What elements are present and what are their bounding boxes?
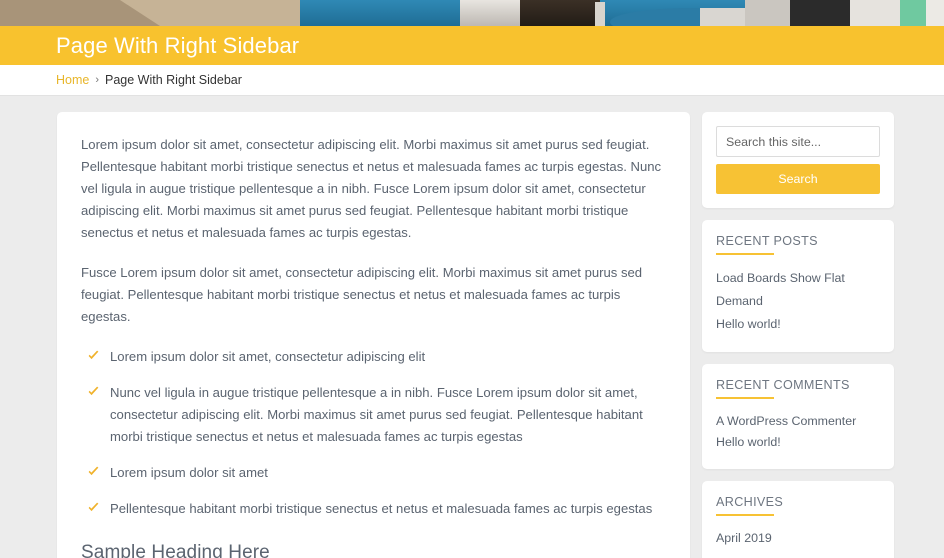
- list-item: Load Boards Show Flat Demand: [716, 267, 880, 313]
- comment-post-link[interactable]: Hello world!: [716, 435, 781, 449]
- list-item: Lorem ipsum dolor sit amet, consectetur …: [87, 346, 662, 368]
- widget-search: Search: [702, 112, 894, 208]
- breadcrumb-link-home[interactable]: Home: [56, 73, 89, 87]
- widget-archives: ARCHIVES April 2019: [702, 481, 894, 558]
- list-item: Hello world!: [716, 313, 880, 336]
- breadcrumb-current: Page With Right Sidebar: [105, 73, 242, 87]
- list-item: A WordPress Commenter Hello world!: [716, 411, 880, 453]
- main-content-card: Lorem ipsum dolor sit amet, consectetur …: [57, 112, 690, 558]
- archives-list: April 2019: [716, 528, 880, 549]
- sidebar: Search RECENT POSTS Load Boards Show Fla…: [702, 112, 894, 558]
- recent-comments-list: A WordPress Commenter Hello world!: [716, 411, 880, 453]
- page-root: Page With Right Sidebar Home › Page With…: [0, 0, 944, 558]
- widget-recent-posts: RECENT POSTS Load Boards Show Flat Deman…: [702, 220, 894, 352]
- recent-post-link[interactable]: Hello world!: [716, 317, 781, 331]
- list-item: Nunc vel ligula in augue tristique pelle…: [87, 382, 662, 448]
- search-button[interactable]: Search: [716, 164, 880, 194]
- check-icon: [87, 501, 100, 514]
- list-item: Pellentesque habitant morbi tristique se…: [87, 498, 662, 520]
- list-item-text: Lorem ipsum dolor sit amet, consectetur …: [110, 349, 426, 364]
- check-icon: [87, 385, 100, 398]
- comment-author[interactable]: A WordPress Commenter: [716, 414, 856, 428]
- page-title: Page With Right Sidebar: [56, 32, 300, 58]
- checkmark-list: Lorem ipsum dolor sit amet, consectetur …: [81, 346, 662, 520]
- list-item: April 2019: [716, 528, 880, 549]
- intro-paragraph-1: Lorem ipsum dolor sit amet, consectetur …: [81, 137, 662, 240]
- breadcrumb: Home › Page With Right Sidebar: [0, 65, 944, 96]
- page-title-bar: Page With Right Sidebar: [0, 26, 944, 65]
- check-icon: [87, 465, 100, 478]
- recent-post-link[interactable]: Load Boards Show Flat Demand: [716, 271, 845, 308]
- section-heading: Sample Heading Here: [81, 542, 270, 558]
- widget-title-archives: ARCHIVES: [716, 495, 880, 516]
- intro-paragraph-2: Fusce Lorem ipsum dolor sit amet, consec…: [81, 265, 643, 324]
- list-item-text: Pellentesque habitant morbi tristique se…: [110, 501, 653, 516]
- widget-title-recent-comments: RECENT COMMENTS: [716, 378, 880, 399]
- check-icon: [87, 349, 100, 362]
- list-item-text: Nunc vel ligula in augue tristique pelle…: [110, 385, 643, 444]
- archive-link[interactable]: April 2019: [716, 531, 772, 545]
- hero-banner-photo: [0, 0, 944, 26]
- list-item-text: Lorem ipsum dolor sit amet: [110, 465, 268, 480]
- list-item: Lorem ipsum dolor sit amet: [87, 462, 662, 484]
- breadcrumb-separator-icon: ›: [95, 74, 100, 86]
- content-wrapper: Lorem ipsum dolor sit amet, consectetur …: [0, 96, 944, 558]
- widget-recent-comments: RECENT COMMENTS A WordPress Commenter He…: [702, 364, 894, 469]
- search-input[interactable]: [716, 126, 880, 157]
- widget-title-recent-posts: RECENT POSTS: [716, 234, 880, 255]
- recent-posts-list: Load Boards Show Flat Demand Hello world…: [716, 267, 880, 336]
